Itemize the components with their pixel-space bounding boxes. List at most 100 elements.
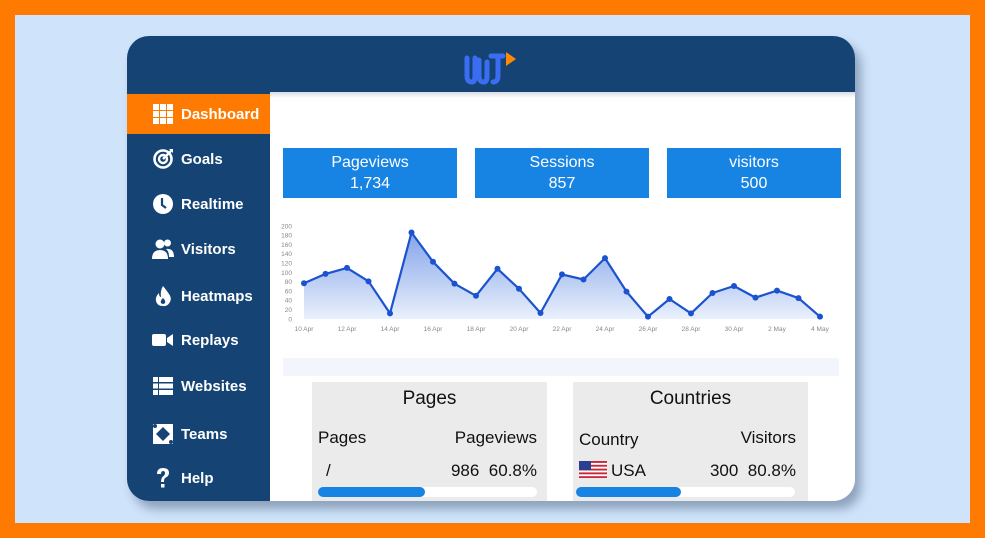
- y-tick-label: 120: [281, 261, 292, 268]
- sidebar-item-label: Realtime: [181, 195, 244, 213]
- x-tick-label: 12 Apr: [338, 326, 358, 333]
- y-tick-label: 20: [285, 307, 293, 314]
- x-tick-label: 14 Apr: [381, 326, 401, 333]
- data-point[interactable]: [365, 278, 372, 285]
- sidebar-item-dashboard[interactable]: Dashboard: [127, 94, 270, 134]
- stat-value: 500: [740, 175, 768, 192]
- progress-fill: [318, 487, 426, 497]
- pageviews-chart: 0 20 40 60 80 100 120 140 160 180 200 10 Apr 12 Apr…: [280, 222, 840, 352]
- x-tick-label: 20 Apr: [510, 326, 530, 333]
- country-name: USA: [611, 461, 646, 480]
- flame-icon: [152, 285, 174, 307]
- data-point[interactable]: [602, 255, 608, 262]
- data-point[interactable]: [774, 287, 780, 294]
- panel-title: Countries: [649, 388, 732, 409]
- y-tick-label: 40: [285, 298, 293, 305]
- question-icon: [152, 467, 174, 489]
- y-tick-label: 160: [281, 242, 292, 249]
- column-header-pageviews[interactable]: Pageviews: [455, 428, 537, 448]
- sidebar-item-heatmaps[interactable]: Heatmaps: [127, 276, 270, 316]
- clock-icon: [152, 193, 174, 215]
- data-point[interactable]: [709, 289, 716, 296]
- x-tick-label: 26 Apr: [639, 326, 659, 333]
- sidebar-item-label: Teams: [181, 425, 228, 443]
- stat-label: Pageviews: [331, 154, 409, 171]
- y-tick-label: 200: [281, 223, 292, 230]
- sidebar-item-visitors[interactable]: Visitors: [127, 229, 270, 269]
- data-point[interactable]: [451, 280, 458, 287]
- stat-value: 1,734: [349, 175, 391, 192]
- country-percent: 80.8%: [747, 461, 796, 480]
- sidebar-item-realtime[interactable]: Realtime: [127, 184, 270, 224]
- progress-fill: [576, 487, 682, 497]
- sidebar: Dashboard Goals Realtime Visitors Heatma…: [127, 92, 270, 501]
- sidebar-item-label: Replays: [181, 331, 239, 349]
- data-point[interactable]: [580, 276, 587, 283]
- data-point[interactable]: [387, 310, 393, 317]
- y-tick-label: 80: [285, 279, 293, 286]
- page-path[interactable]: /: [326, 461, 331, 481]
- column-header-pages[interactable]: Pages: [318, 428, 366, 448]
- column-header-visitors[interactable]: Visitors: [741, 428, 796, 448]
- data-point[interactable]: [795, 295, 802, 302]
- list-icon: [152, 375, 174, 397]
- page-count: 986: [450, 461, 480, 480]
- x-tick-label: 10 Apr: [295, 326, 315, 333]
- sidebar-item-goals[interactable]: Goals: [127, 139, 270, 179]
- country-name-row[interactable]: USA: [579, 461, 646, 481]
- x-tick-label: 4 May: [811, 326, 829, 333]
- sidebar-item-replays[interactable]: Replays: [127, 320, 270, 360]
- x-tick-label: 30 Apr: [725, 326, 745, 333]
- data-point[interactable]: [516, 285, 522, 292]
- x-tick-label: 28 Apr: [682, 326, 702, 333]
- page-progress-bar: [318, 487, 537, 497]
- sidebar-item-label: Heatmaps: [181, 287, 253, 305]
- divider-band: [283, 358, 839, 376]
- data-point[interactable]: [645, 313, 651, 320]
- page-percent: 60.8%: [488, 461, 537, 480]
- sidebar-item-websites[interactable]: Websites: [127, 366, 270, 406]
- data-point[interactable]: [559, 271, 565, 278]
- data-point[interactable]: [537, 309, 544, 316]
- data-point[interactable]: [408, 229, 415, 236]
- us-flag-icon: [579, 461, 607, 478]
- data-point[interactable]: [623, 288, 630, 295]
- data-point[interactable]: [301, 280, 307, 287]
- y-tick-label: 100: [281, 270, 292, 277]
- x-tick-label: 22 Apr: [553, 326, 573, 333]
- stat-label: visitors: [729, 154, 779, 171]
- data-point[interactable]: [817, 313, 823, 320]
- sidebar-item-label: Websites: [181, 377, 247, 395]
- y-tick-label: 0: [288, 316, 292, 323]
- panel-title: Pages: [402, 388, 457, 409]
- sidebar-item-help[interactable]: Help: [127, 458, 270, 498]
- data-point[interactable]: [731, 282, 737, 289]
- page-stats: 986 60.8%: [451, 461, 537, 481]
- column-header-country[interactable]: Country: [579, 430, 639, 450]
- app-logo[interactable]: [463, 50, 523, 86]
- data-point[interactable]: [688, 310, 694, 317]
- teams-icon: [152, 423, 174, 445]
- top-bar: [127, 36, 855, 92]
- data-point[interactable]: [494, 265, 501, 272]
- pages-panel: Pages Pages Pageviews / 986 60.8%: [312, 382, 547, 501]
- y-tick-label: 180: [281, 233, 292, 240]
- stat-label: Sessions: [529, 154, 595, 171]
- stat-card-sessions[interactable]: Sessions 857: [475, 148, 649, 198]
- data-point[interactable]: [430, 258, 436, 265]
- sidebar-item-label: Visitors: [181, 240, 236, 258]
- data-point[interactable]: [322, 270, 329, 277]
- main-content: Pageviews 1,734 Sessions 857 visitors 50…: [270, 92, 855, 501]
- data-point[interactable]: [666, 296, 673, 303]
- data-point[interactable]: [473, 292, 479, 299]
- data-point[interactable]: [344, 264, 350, 271]
- sidebar-item-label: Help: [181, 469, 214, 487]
- stat-card-visitors[interactable]: visitors 500: [667, 148, 841, 198]
- country-count: 300: [709, 461, 739, 480]
- stat-card-pageviews[interactable]: Pageviews 1,734: [283, 148, 457, 198]
- data-point[interactable]: [752, 294, 759, 301]
- sidebar-item-teams[interactable]: Teams: [127, 414, 270, 454]
- stat-value: 857: [548, 175, 576, 192]
- country-progress-bar: [576, 487, 795, 497]
- users-icon: [152, 238, 174, 260]
